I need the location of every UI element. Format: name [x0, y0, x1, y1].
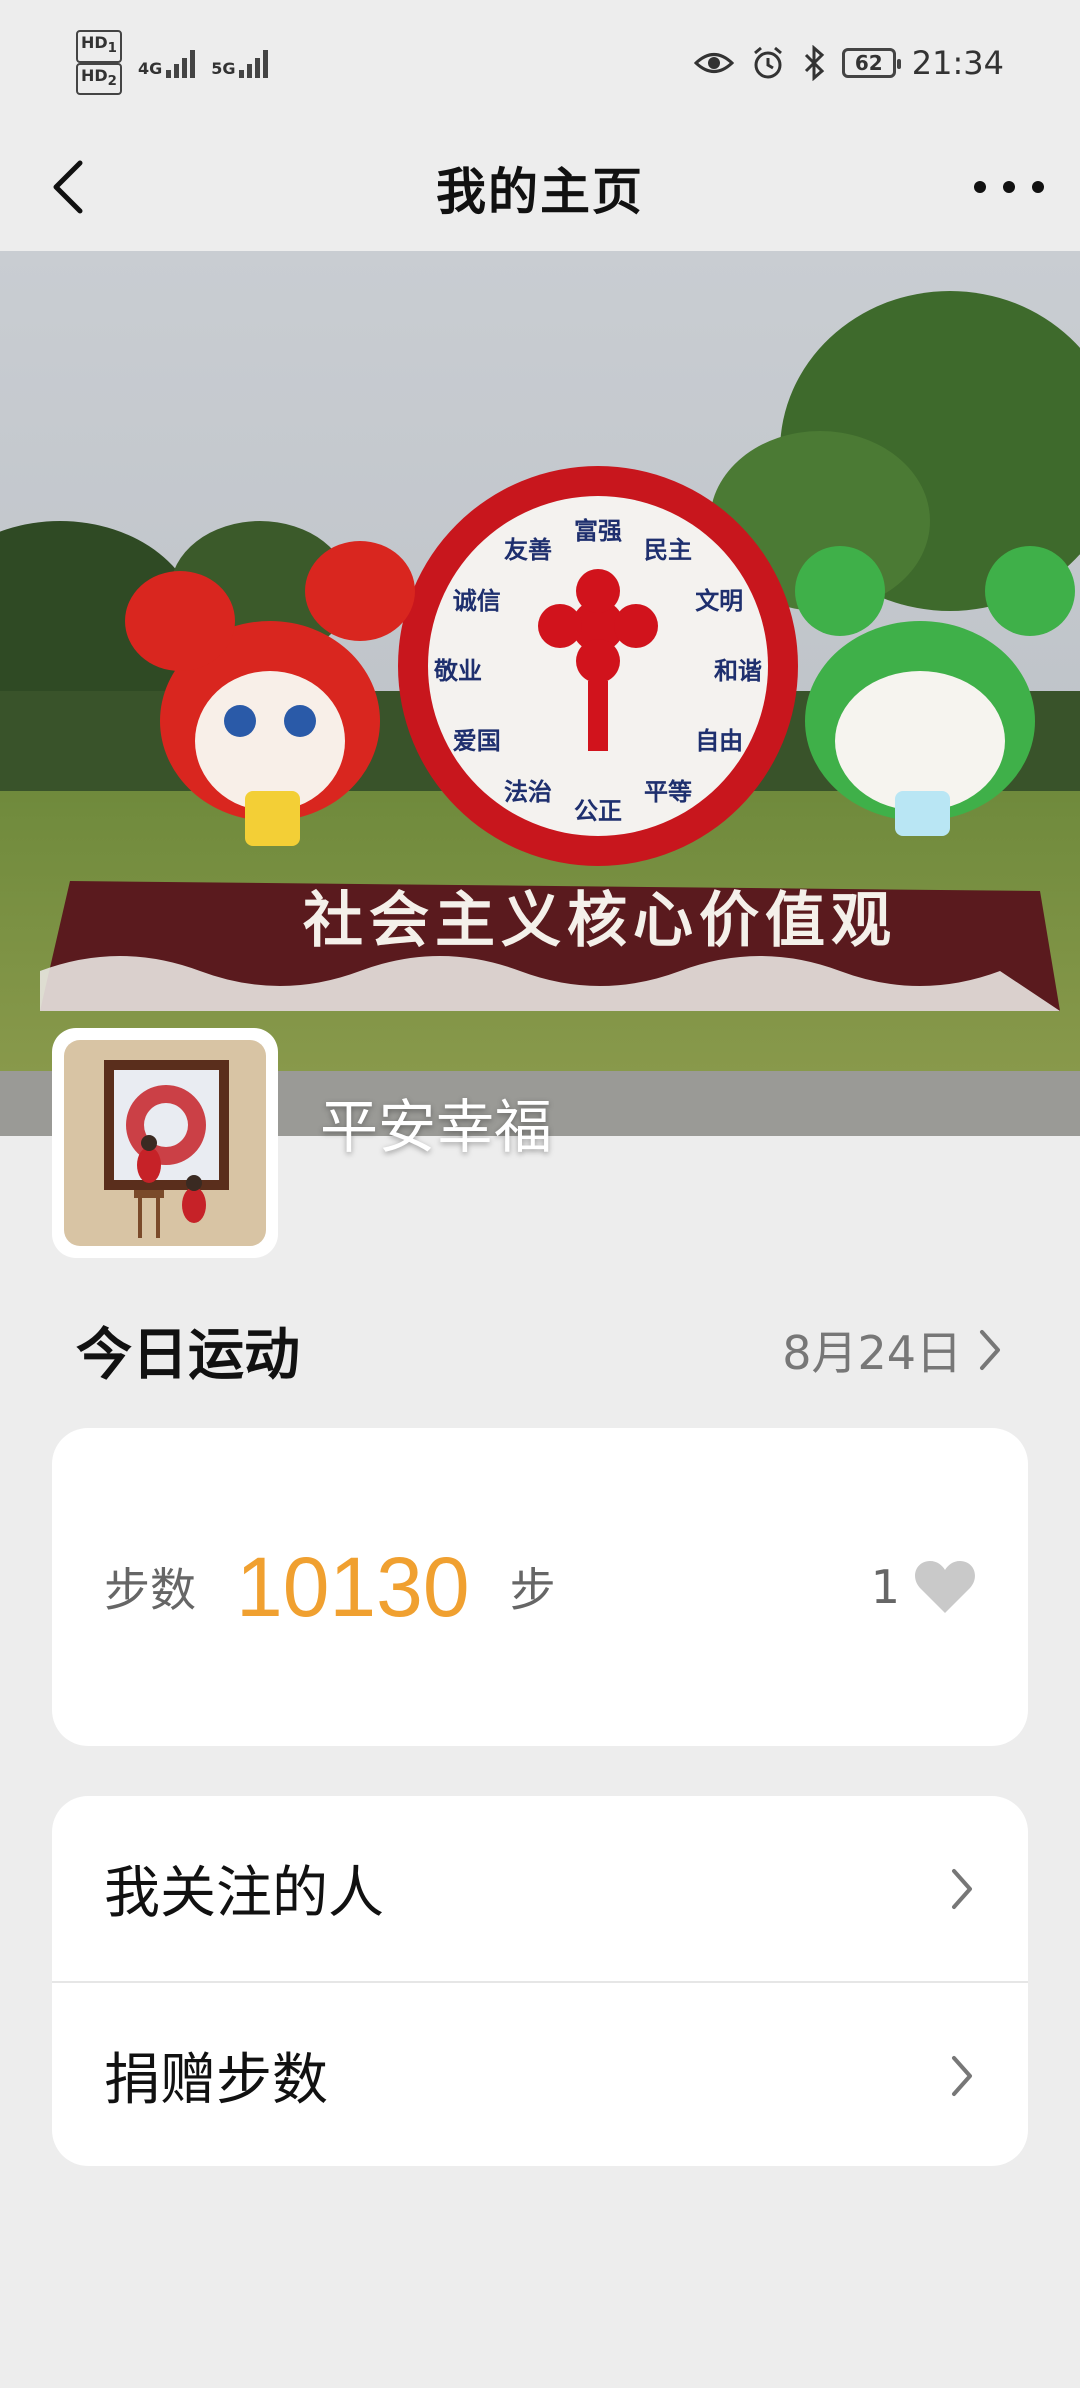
signal-bars-icon — [166, 48, 196, 78]
alarm-icon — [753, 46, 782, 78]
menu-item-label: 我关注的人 — [104, 1861, 384, 1926]
steps-value: 10130 — [236, 1539, 470, 1634]
signal-bars-icon — [239, 48, 269, 78]
menu-card: 我关注的人 捐赠步数 — [52, 1796, 1028, 2166]
net2-label: 5G — [211, 58, 236, 78]
hd2-label: HD — [81, 65, 108, 85]
hero-value-word: 爱国 — [453, 727, 501, 755]
hero-value-word: 诚信 — [453, 587, 501, 615]
today-section-header: 今日运动 8月24日 — [76, 1310, 1004, 1390]
dot-icon — [1032, 181, 1044, 193]
hero-value-word: 和谐 — [714, 657, 762, 685]
hd1-sub: 1 — [107, 41, 117, 57]
date-selector[interactable]: 8月24日 — [782, 1317, 1004, 1383]
hero-value-word: 自由 — [695, 727, 743, 755]
steps-card[interactable]: 步数 10130 步 1 — [52, 1428, 1028, 1746]
chevron-left-icon — [53, 160, 83, 214]
menu-item-donate-steps[interactable]: 捐赠步数 — [52, 1983, 1028, 2166]
hd-indicator: HD1 HD2 — [76, 30, 122, 95]
dot-icon — [1003, 181, 1015, 193]
hero-sign-text: 社会主义核心价值观 — [303, 886, 897, 956]
hd2-sub: 2 — [107, 73, 117, 89]
more-options-button[interactable] — [974, 155, 1044, 219]
back-button[interactable] — [40, 155, 104, 219]
signal-5g: 5G — [211, 48, 269, 78]
chevron-right-icon — [980, 1330, 1000, 1370]
battery-icon: 62 — [841, 47, 901, 78]
page-title: 我的主页 — [436, 163, 644, 221]
hero-value-word: 法治 — [504, 778, 552, 806]
hero-value-word: 平等 — [644, 778, 692, 806]
today-date-label: 8月24日 — [782, 1326, 962, 1380]
today-title: 今日运动 — [76, 1322, 300, 1388]
menu-item-label: 捐赠步数 — [104, 2048, 328, 2113]
dot-icon — [974, 181, 986, 193]
signal-4g: 4G — [137, 48, 196, 78]
like-button[interactable]: 1 — [871, 1559, 976, 1615]
chevron-right-icon — [952, 1868, 972, 1909]
status-right: 62 21:34 — [693, 43, 1004, 82]
menu-item-following[interactable]: 我关注的人 — [52, 1796, 1028, 1981]
hero-value-word: 民主 — [644, 536, 692, 564]
heart-icon — [915, 1561, 975, 1613]
status-bar: HD1 HD2 4G 5G 62 21:34 — [0, 0, 1080, 125]
hero-value-word: 富强 — [574, 517, 622, 545]
bluetooth-icon — [804, 44, 824, 81]
steps-label: 步数 — [104, 1563, 196, 1617]
net1-label: 4G — [137, 58, 163, 78]
hd1-label: HD — [81, 33, 108, 53]
chevron-right-icon — [952, 2055, 972, 2096]
cover-photo: 社会主义核心价值观 富强民主文明和谐自由平等公正法治爱国 敬业 诚信友善 — [0, 251, 1080, 1136]
hero-value-word: 友善 — [504, 536, 552, 564]
eye-icon — [693, 52, 734, 73]
hero-value-word: 公正 — [574, 797, 622, 825]
hero-value-word: 文明 — [695, 587, 743, 615]
status-left: HD1 HD2 4G 5G — [76, 30, 269, 95]
avatar-image — [64, 1040, 266, 1246]
top-nav-bar: 我的主页 — [0, 125, 1080, 251]
cover-image[interactable]: 社会主义核心价值观 富强 民主 文明和谐自由 平等 公正 法治 爱国 敬业 诚信 友善 — [0, 251, 1080, 1136]
user-avatar[interactable] — [52, 1028, 278, 1258]
like-count: 1 — [870, 1560, 900, 1614]
status-time: 21:34 — [911, 43, 1004, 82]
user-nickname: 平安幸福 — [320, 1093, 553, 1161]
hero-value-word: 敬业 — [433, 657, 482, 685]
steps-unit: 步 — [509, 1563, 556, 1617]
